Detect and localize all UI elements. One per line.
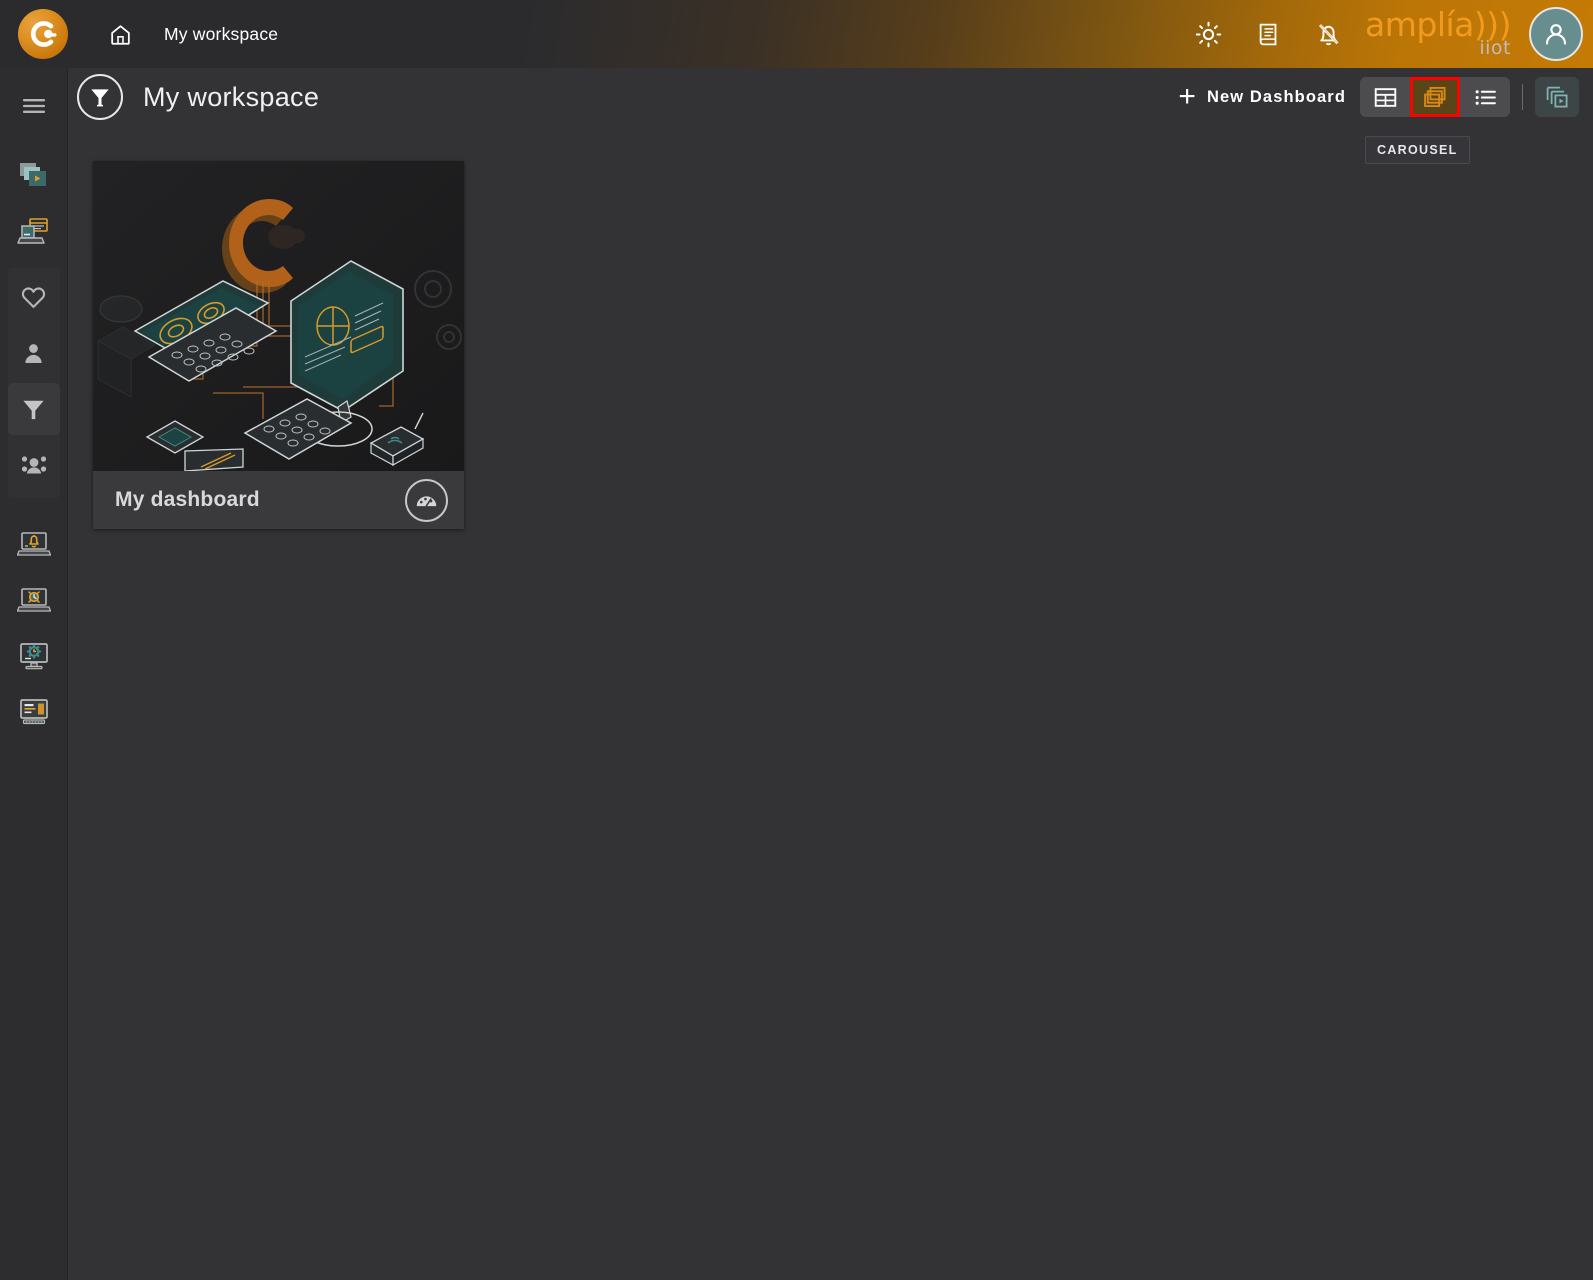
people-group-icon [21, 456, 46, 474]
header-workspace-label: My workspace [164, 23, 279, 44]
new-dashboard-label: New Dashboard [1207, 87, 1346, 106]
monitor-terminal-icon [19, 699, 48, 725]
dashboard-thumbnail [93, 161, 464, 471]
plus-icon: + [1178, 80, 1197, 113]
amplia-iiot-wordmark: amplía))) iiot [1365, 8, 1512, 60]
list-icon [1475, 89, 1496, 105]
cards-play-icon [1546, 86, 1568, 108]
stacked-cards-icon [1423, 86, 1445, 107]
sidebar-item-console[interactable] [8, 686, 60, 738]
page-title: My workspace [143, 81, 320, 112]
view-mode-list-button[interactable] [1460, 77, 1510, 117]
bell-off-icon [1318, 23, 1338, 45]
home-button[interactable] [98, 12, 142, 56]
view-mode-carousel-button[interactable] [1410, 77, 1460, 117]
view-mode-grid-button[interactable] [1360, 77, 1410, 117]
sidebar-item-workstations[interactable] [8, 206, 60, 258]
table-grid-icon [1374, 87, 1396, 107]
dashboard-grid-area: My dashboard [68, 126, 1593, 1280]
documentation-button[interactable] [1245, 11, 1291, 57]
sidebar-item-groups[interactable] [8, 439, 60, 491]
brand-logo-button[interactable] [18, 9, 68, 59]
carousel-tooltip: CAROUSEL [1365, 136, 1470, 164]
sidebar-item-profile[interactable] [8, 327, 60, 379]
laptop-clock-icon [16, 588, 51, 612]
laptop-window-icon [16, 218, 48, 244]
cards-play-icon [19, 163, 46, 186]
user-avatar-icon [1545, 24, 1567, 45]
dashboard-card-footer: My dashboard [93, 471, 464, 529]
isometric-workstation-illustration [93, 161, 464, 471]
heart-icon [21, 286, 46, 308]
dashboard-type-badge[interactable] [405, 478, 448, 522]
sidebar-item-favourites[interactable] [8, 271, 60, 323]
funnel-filter-circle-icon [91, 89, 109, 107]
dashboard-card-title: My dashboard [115, 488, 260, 511]
play-carousel-button[interactable] [1535, 77, 1579, 117]
toolbar-divider [1522, 84, 1523, 110]
sun-brightness-icon [1195, 21, 1221, 47]
theme-toggle-button[interactable] [1185, 11, 1231, 57]
document-book-icon [1259, 23, 1276, 45]
left-sidebar [0, 68, 68, 1280]
sidebar-item-my-workspace[interactable] [7, 383, 60, 435]
hamburger-menu-icon [22, 99, 45, 114]
sidebar-menu-toggle[interactable] [8, 80, 60, 132]
top-header-bar: My workspace amplía))) iiot [0, 0, 1593, 68]
amplia-c-logo-icon [31, 21, 57, 47]
sidebar-item-dashboards-carousel[interactable] [8, 150, 60, 202]
monitor-gear-icon [19, 643, 48, 670]
sidebar-item-monitoring[interactable] [8, 574, 60, 626]
new-dashboard-button[interactable]: + New Dashboard [1178, 82, 1346, 112]
page-title-icon-circle [77, 74, 123, 120]
funnel-filter-icon [23, 400, 44, 419]
person-icon [25, 343, 42, 363]
sidebar-item-alarms[interactable] [8, 518, 60, 570]
view-mode-group [1360, 77, 1510, 117]
page-toolbar: My workspace + New Dashboard [68, 68, 1593, 126]
sidebar-group-workspace [7, 268, 60, 498]
home-icon [110, 24, 130, 45]
notifications-button[interactable] [1305, 11, 1351, 57]
sidebar-item-settings[interactable] [8, 630, 60, 682]
avatar[interactable] [1529, 7, 1583, 61]
dashboard-card[interactable]: My dashboard [93, 161, 464, 529]
gauge-dashboard-icon [416, 495, 437, 506]
laptop-alarm-icon [16, 532, 51, 556]
